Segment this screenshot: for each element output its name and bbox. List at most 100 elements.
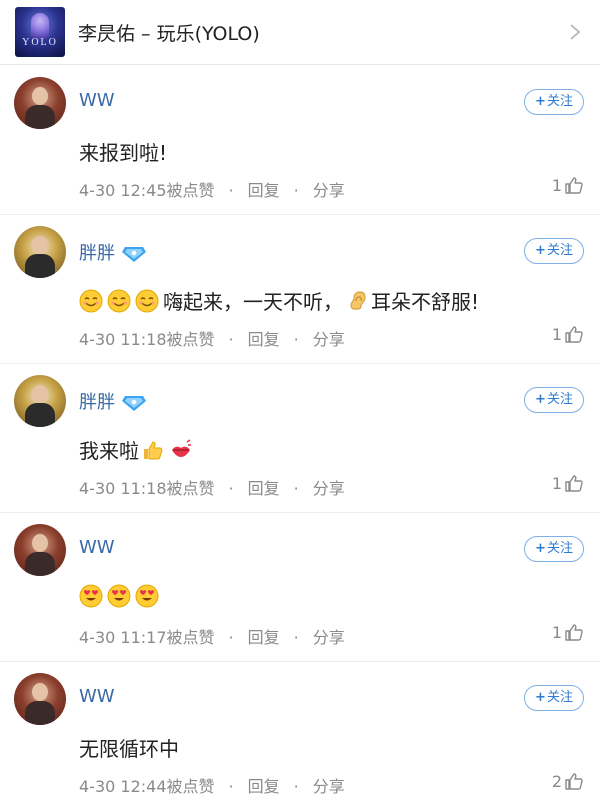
heart-eyes-emoji-icon: [107, 584, 131, 608]
username-text: 胖胖: [79, 243, 115, 264]
avatar[interactable]: [14, 226, 66, 278]
comment-text-part: 耳朵不舒服!: [371, 290, 480, 314]
song-title: 李昃佑 – 玩乐(YOLO): [78, 23, 260, 45]
avatar-body: [25, 701, 55, 725]
follow-button[interactable]: +关注: [524, 685, 584, 711]
reply-button[interactable]: 回复: [248, 777, 280, 796]
song-header[interactable]: YOLO 李昃佑 – 玩乐(YOLO): [0, 0, 600, 65]
separator: ·: [228, 777, 234, 796]
plus-icon: +: [535, 392, 546, 407]
follow-button[interactable]: +关注: [524, 536, 584, 562]
separator: ·: [228, 330, 234, 349]
avatar[interactable]: [14, 375, 66, 427]
timestamp: 4-30 12:44: [79, 777, 167, 796]
plus-icon: +: [535, 243, 546, 258]
reply-button[interactable]: 回复: [248, 479, 280, 498]
reply-button[interactable]: 回复: [248, 181, 280, 200]
avatar-body: [25, 552, 55, 576]
like-count: 1: [551, 622, 562, 642]
avatar[interactable]: [14, 524, 66, 576]
like-count: 2: [551, 771, 562, 791]
share-button[interactable]: 分享: [313, 479, 345, 498]
avatar-body: [25, 403, 55, 427]
thumbs-up-icon: [565, 326, 583, 343]
username[interactable]: WW: [79, 537, 115, 558]
like-button[interactable]: 1: [552, 473, 584, 493]
like-button[interactable]: 2: [552, 771, 584, 791]
avatar-face: [32, 236, 48, 254]
comment-meta: 4-30 12:45被点赞 · 回复 · 分享: [79, 177, 345, 201]
like-button[interactable]: 1: [552, 324, 584, 344]
like-count: 1: [551, 473, 562, 493]
plus-icon: +: [535, 94, 546, 109]
separator: ·: [293, 330, 299, 349]
liked-label: 被点赞: [166, 181, 215, 200]
comment-text: 嗨起来，一天不听， 耳朵不舒服!: [79, 286, 479, 315]
like-button[interactable]: 1: [552, 175, 584, 195]
follow-label: 关注: [546, 690, 573, 705]
separator: ·: [293, 479, 299, 498]
thumbs-up-icon: [565, 624, 583, 641]
separator: ·: [293, 628, 299, 647]
heart-eyes-emoji-icon: [79, 584, 103, 608]
comment-text: 来报到啦!: [79, 137, 167, 166]
diamond-vip-icon: [122, 396, 146, 411]
comment-item: WW +关注 4-30 11:17被点赞 · 回复 · 分享 1: [0, 512, 600, 662]
share-button[interactable]: 分享: [313, 330, 345, 349]
reply-button[interactable]: 回复: [248, 628, 280, 647]
thumbs-up-icon: [565, 177, 583, 194]
album-figure: [31, 13, 49, 39]
username[interactable]: WW: [79, 686, 115, 707]
username-text: 胖胖: [79, 392, 115, 413]
separator: ·: [228, 628, 234, 647]
comment-item: 胖胖 +关注 我来啦 4-30 11:18被点赞 · 回复 · 分享 1: [0, 363, 600, 513]
comment-text-content: 我来啦: [79, 439, 139, 463]
thumbs-up-icon: [565, 773, 583, 790]
follow-button[interactable]: +关注: [524, 238, 584, 264]
reply-button[interactable]: 回复: [248, 330, 280, 349]
smile-emoji-icon: [79, 289, 103, 312]
comment-meta: 4-30 11:18被点赞 · 回复 · 分享: [79, 475, 345, 499]
avatar-face: [32, 87, 48, 105]
like-count: 1: [551, 324, 562, 344]
comment-text-part: 嗨起来，一天不听，: [163, 290, 343, 314]
plus-icon: +: [535, 690, 546, 705]
album-cover[interactable]: YOLO: [15, 7, 65, 57]
comment-item: WW +关注 来报到啦! 4-30 12:45被点赞 · 回复 · 分享 1: [0, 65, 600, 215]
avatar-face: [32, 683, 48, 701]
timestamp: 4-30 12:45: [79, 181, 167, 200]
comment-item: WW +关注 无限循环中 4-30 12:44被点赞 · 回复 · 分享 2: [0, 661, 600, 810]
username[interactable]: WW: [79, 90, 115, 111]
follow-label: 关注: [546, 541, 573, 556]
share-button[interactable]: 分享: [313, 181, 345, 200]
comment-text-content: 来报到啦!: [79, 141, 168, 165]
comment-text: [79, 584, 163, 608]
share-button[interactable]: 分享: [313, 777, 345, 796]
comment-meta: 4-30 11:18被点赞 · 回复 · 分享: [79, 326, 345, 350]
kiss-lips-emoji-icon: [172, 438, 191, 457]
avatar[interactable]: [14, 673, 66, 725]
thumbs-up-emoji-icon: [144, 440, 163, 459]
avatar[interactable]: [14, 77, 66, 129]
follow-button[interactable]: +关注: [524, 89, 584, 115]
comment-text: 我来啦: [79, 435, 197, 464]
thumbs-up-icon: [565, 475, 583, 492]
separator: ·: [228, 181, 234, 200]
comment-text: 无限循环中: [79, 733, 179, 762]
chevron-right-icon[interactable]: [566, 22, 584, 42]
separator: ·: [228, 479, 234, 498]
timestamp: 4-30 11:17: [79, 628, 167, 647]
smile-emoji-icon: [107, 289, 131, 312]
avatar-body: [25, 254, 55, 278]
follow-label: 关注: [546, 243, 573, 258]
timestamp: 4-30 11:18: [79, 479, 167, 498]
follow-button[interactable]: +关注: [524, 387, 584, 413]
username[interactable]: 胖胖: [79, 239, 147, 265]
username[interactable]: 胖胖: [79, 388, 147, 414]
liked-label: 被点赞: [166, 628, 215, 647]
liked-label: 被点赞: [166, 330, 215, 349]
diamond-vip-icon: [122, 247, 146, 262]
comment-item: 胖胖 +关注 嗨起来，一天不听， 耳朵不舒服! 4-30 11:18被点赞 · 回复…: [0, 214, 600, 364]
share-button[interactable]: 分享: [313, 628, 345, 647]
like-button[interactable]: 1: [552, 622, 584, 642]
